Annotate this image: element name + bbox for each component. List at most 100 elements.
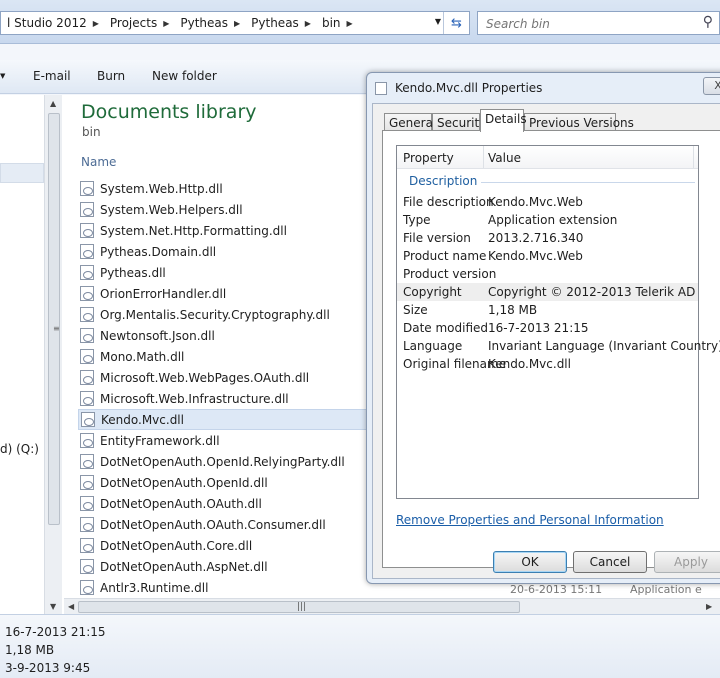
property-name: Copyright bbox=[403, 285, 462, 299]
file-name: Kendo.Mvc.dll bbox=[101, 412, 184, 427]
property-list-header: Property Value bbox=[397, 146, 698, 169]
property-row[interactable]: File version 2013.2.716.340 bbox=[397, 229, 698, 247]
chevron-right-icon[interactable]: ▶ bbox=[91, 19, 104, 28]
property-row[interactable]: Language Invariant Language (Invariant Co… bbox=[397, 337, 720, 355]
file-name: Microsoft.Web.WebPages.OAuth.dll bbox=[100, 370, 310, 385]
property-group-label: Description bbox=[409, 174, 478, 188]
file-name: DotNetOpenAuth.AspNet.dll bbox=[100, 559, 268, 574]
breadcrumb-item[interactable]: Pytheas bbox=[174, 16, 232, 30]
search-input[interactable] bbox=[484, 16, 684, 32]
dll-file-icon bbox=[80, 433, 94, 448]
dll-file-icon bbox=[80, 349, 94, 364]
column-divider[interactable] bbox=[693, 146, 694, 168]
file-name: Pytheas.dll bbox=[100, 265, 166, 280]
address-bar: l Studio 2012 ▶ Projects ▶ Pytheas ▶ Pyt… bbox=[0, 0, 720, 44]
breadcrumb-item[interactable]: l Studio 2012 bbox=[1, 16, 91, 30]
dll-file-icon bbox=[80, 223, 94, 238]
property-row-highlighted[interactable]: Copyright Copyright © 2012-2013 Telerik A… bbox=[397, 283, 698, 301]
nav-item-drive[interactable]: d) (Q:) bbox=[0, 442, 39, 456]
property-list[interactable]: Property Value Description File descript… bbox=[396, 145, 720, 499]
column-header-property[interactable]: Property bbox=[403, 151, 454, 165]
property-value: Invariant Language (Invariant Country) bbox=[488, 339, 720, 353]
dll-file-icon bbox=[80, 559, 94, 574]
scroll-down-icon[interactable]: ▼ bbox=[50, 602, 56, 611]
column-header-name[interactable]: Name bbox=[81, 155, 116, 169]
chevron-right-icon[interactable]: ▶ bbox=[232, 19, 245, 28]
details-panel: Property Value Description File descript… bbox=[382, 130, 720, 568]
property-name: Product name bbox=[403, 249, 487, 263]
scrollbar-thumb[interactable]: ≡ bbox=[48, 113, 60, 525]
tab-security[interactable]: Security bbox=[432, 113, 486, 131]
scroll-left-icon[interactable]: ◀ bbox=[68, 602, 74, 611]
chevron-right-icon[interactable]: ▶ bbox=[303, 19, 316, 28]
dll-file-icon bbox=[80, 307, 94, 322]
breadcrumb-item[interactable]: Pytheas bbox=[245, 16, 303, 30]
detail-date-modified: 16-7-2013 21:15 bbox=[5, 625, 106, 639]
chevron-down-icon[interactable]: ▼ bbox=[435, 17, 441, 26]
breadcrumb-item[interactable]: Projects bbox=[104, 16, 161, 30]
burn-button[interactable]: Burn bbox=[97, 69, 125, 83]
property-row[interactable]: Original filename Kendo.Mvc.dll bbox=[397, 355, 698, 373]
apply-button[interactable]: Apply bbox=[654, 551, 720, 573]
property-name: Product version bbox=[403, 267, 497, 281]
property-name: Size bbox=[403, 303, 428, 317]
file-name: Microsoft.Web.Infrastructure.dll bbox=[100, 391, 289, 406]
property-row[interactable]: Product version bbox=[397, 265, 698, 283]
grip-icon: ||| bbox=[297, 602, 307, 612]
tab-previous-versions[interactable]: Previous Versions bbox=[524, 113, 634, 131]
scrollbar-thumb[interactable]: ||| bbox=[78, 601, 520, 613]
nav-item[interactable] bbox=[0, 163, 44, 183]
close-button[interactable]: X bbox=[703, 77, 720, 95]
column-divider[interactable] bbox=[483, 146, 484, 168]
file-name: DotNetOpenAuth.OpenId.RelyingParty.dll bbox=[100, 454, 345, 469]
dll-file-icon bbox=[80, 286, 94, 301]
property-row[interactable]: Product name Kendo.Mvc.Web bbox=[397, 247, 698, 265]
property-row[interactable]: File description Kendo.Mvc.Web bbox=[397, 193, 698, 211]
dialog-body: General Security Details Previous Versio… bbox=[372, 103, 720, 579]
property-name: Type bbox=[403, 213, 431, 227]
horizontal-scrollbar[interactable]: ◀ ||| ▶ bbox=[64, 598, 720, 614]
tab-details[interactable]: Details bbox=[480, 109, 527, 132]
property-value: 1,18 MB bbox=[488, 303, 538, 317]
file-name: Org.Mentalis.Security.Cryptography.dll bbox=[100, 307, 330, 322]
dialog-titlebar[interactable]: Kendo.Mvc.dll Properties X bbox=[367, 73, 720, 101]
property-value: 2013.2.716.340 bbox=[488, 231, 584, 245]
new-folder-button[interactable]: New folder bbox=[152, 69, 217, 83]
dll-file-icon bbox=[80, 496, 94, 511]
dll-file-icon bbox=[80, 517, 94, 532]
file-name: EntityFramework.dll bbox=[100, 433, 220, 448]
dialog-title: Kendo.Mvc.dll Properties bbox=[395, 81, 543, 95]
nav-scrollbar[interactable]: ▲ ≡ ▼ bbox=[44, 95, 62, 614]
chevron-down-icon[interactable]: ▼ bbox=[0, 72, 5, 80]
property-row[interactable]: Date modified 16-7-2013 21:15 bbox=[397, 319, 698, 337]
search-box[interactable]: ⚲ bbox=[477, 11, 720, 35]
detail-date-created: 3-9-2013 9:45 bbox=[5, 661, 91, 675]
remove-properties-link[interactable]: Remove Properties and Personal Informati… bbox=[396, 513, 664, 527]
breadcrumb[interactable]: l Studio 2012 ▶ Projects ▶ Pytheas ▶ Pyt… bbox=[0, 11, 470, 35]
property-row[interactable]: Size 1,18 MB bbox=[397, 301, 698, 319]
file-name: System.Web.Http.dll bbox=[100, 181, 223, 196]
property-row[interactable]: Type Application extension bbox=[397, 211, 698, 229]
email-button[interactable]: E-mail bbox=[33, 69, 71, 83]
file-name: Mono.Math.dll bbox=[100, 349, 185, 364]
chevron-right-icon[interactable]: ▶ bbox=[345, 19, 358, 28]
breadcrumb-item[interactable]: bin bbox=[316, 16, 345, 30]
dll-file-icon bbox=[80, 244, 94, 259]
property-name: Language bbox=[403, 339, 463, 353]
scroll-right-icon[interactable]: ▶ bbox=[706, 602, 712, 611]
search-icon[interactable]: ⚲ bbox=[703, 14, 713, 30]
cancel-button[interactable]: Cancel bbox=[573, 551, 647, 573]
property-value: Kendo.Mvc.dll bbox=[488, 357, 571, 371]
ok-button[interactable]: OK bbox=[493, 551, 567, 573]
dll-file-icon bbox=[80, 538, 94, 553]
grip-icon: ≡ bbox=[53, 324, 60, 333]
property-name: Date modified bbox=[403, 321, 489, 335]
dll-file-icon bbox=[80, 475, 94, 490]
details-pane: 16-7-2013 21:15 1,18 MB 3-9-2013 9:45 bbox=[0, 614, 720, 678]
refresh-icon[interactable]: ⇆ bbox=[443, 12, 469, 34]
dll-file-icon bbox=[81, 412, 95, 427]
column-header-value[interactable]: Value bbox=[488, 151, 521, 165]
scroll-up-icon[interactable]: ▲ bbox=[50, 99, 56, 108]
tab-general[interactable]: General bbox=[384, 113, 436, 131]
chevron-right-icon[interactable]: ▶ bbox=[161, 19, 174, 28]
